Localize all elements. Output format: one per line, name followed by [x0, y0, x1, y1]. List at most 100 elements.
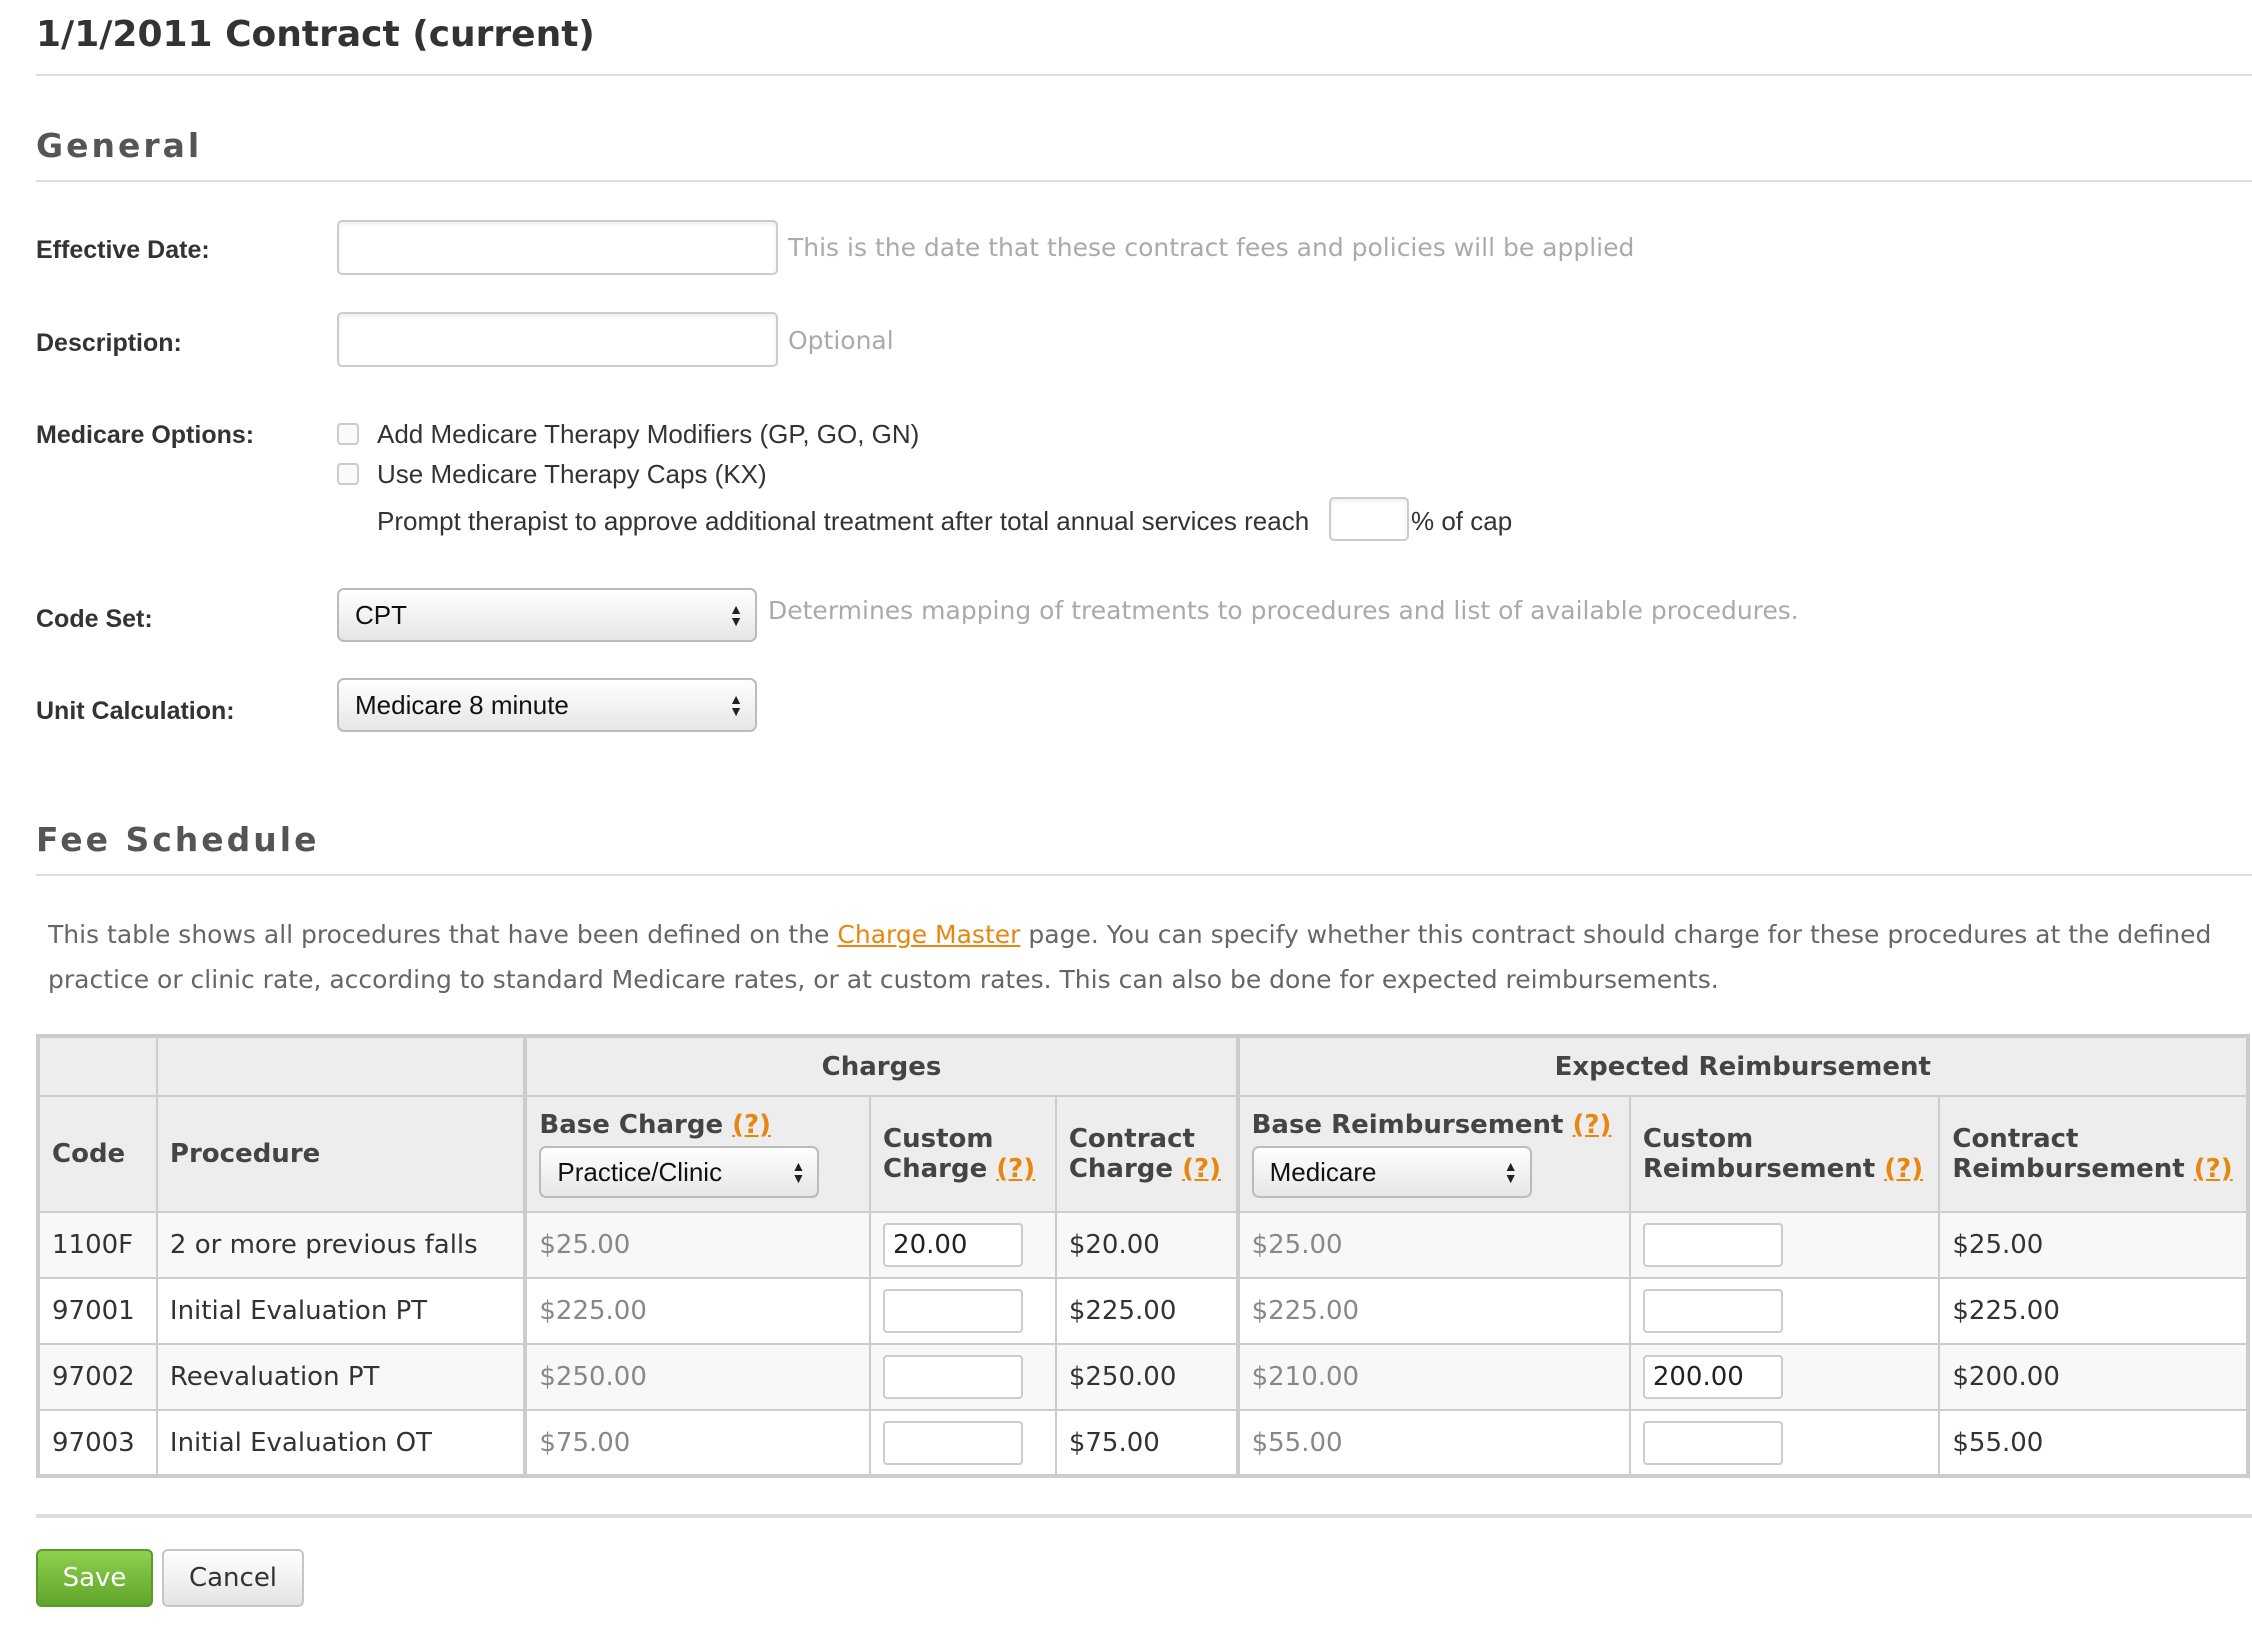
custom-charge-help-link[interactable]: (?): [996, 1154, 1035, 1184]
base-reimbursement-cell: $25.00: [1235, 1211, 1631, 1279]
table-row: 97003 Initial Evaluation OT $75.00 $75.0…: [37, 1409, 2249, 1477]
custom-charge-input[interactable]: [883, 1420, 1024, 1465]
select-arrows-icon: ▲ ▼: [791, 1158, 806, 1186]
contract-reimbursement-cell: $200.00: [1938, 1343, 2249, 1411]
code-cell: 97003: [37, 1409, 158, 1477]
table-row: 97002 Reevaluation PT $250.00 $250.00 $2…: [37, 1343, 2249, 1411]
procedure-cell: Initial Evaluation PT: [155, 1277, 527, 1345]
cap-percent-suffix: % of cap: [1411, 506, 1513, 536]
base-charge-cell: $75.00: [523, 1409, 872, 1477]
table-column-header-row: Code Procedure Base Charge (?) Practice/…: [37, 1095, 2249, 1213]
custom-charge-header-line1: Custom: [883, 1124, 994, 1154]
custom-reimbursement-help-link[interactable]: (?): [1884, 1154, 1923, 1184]
custom-charge-header-label: Charge: [883, 1154, 988, 1184]
fee-schedule-heading: Fee Schedule: [36, 820, 320, 859]
custom-reimbursement-cell: [1628, 1211, 1941, 1279]
base-charge-cell: $225.00: [523, 1277, 872, 1345]
contract-charge-header-line2: Charge (?): [1069, 1154, 1224, 1184]
description-label: Description:: [36, 329, 182, 357]
custom-reimbursement-input[interactable]: [1642, 1289, 1783, 1333]
contract-reimbursement-help-link[interactable]: (?): [2194, 1154, 2233, 1184]
custom-reimbursement-column-header: Custom Reimbursement (?): [1628, 1095, 1941, 1213]
contract-charge-cell: $250.00: [1054, 1343, 1239, 1411]
procedure-cell: 2 or more previous falls: [155, 1211, 527, 1279]
description-hint: Optional: [788, 326, 894, 355]
base-reimbursement-select[interactable]: Medicare ▲ ▼: [1251, 1146, 1532, 1198]
base-charge-cell: $250.00: [523, 1343, 872, 1411]
therapy-modifiers-checkbox[interactable]: [337, 423, 359, 445]
custom-reimbursement-header-line2: Reimbursement (?): [1643, 1154, 1927, 1184]
base-charge-cell: $25.00: [523, 1211, 872, 1279]
custom-charge-input[interactable]: [883, 1289, 1024, 1333]
custom-reimbursement-input[interactable]: 200.00: [1642, 1355, 1783, 1399]
charge-master-link[interactable]: Charge Master: [837, 920, 1020, 949]
contract-reimbursement-cell: $25.00: [1938, 1211, 2249, 1279]
code-set-label: Code Set:: [36, 605, 153, 633]
footer-divider: [36, 1514, 2252, 1518]
reimbursement-group-header: Expected Reimbursement: [1235, 1035, 2250, 1097]
cap-prompt-text: Prompt therapist to approve additional t…: [377, 506, 1310, 536]
custom-charge-cell: [869, 1343, 1057, 1411]
base-reimbursement-cell: $225.00: [1235, 1277, 1631, 1345]
select-arrows-icon: ▲ ▼: [729, 601, 743, 629]
base-reimbursement-column-header: Base Reimbursement (?) Medicare ▲ ▼: [1235, 1095, 1631, 1213]
general-divider: [36, 180, 2252, 182]
custom-reimbursement-header-label: Reimbursement: [1642, 1154, 1876, 1184]
cap-percent-input[interactable]: [1329, 497, 1409, 541]
code-set-select[interactable]: CPT ▲ ▼: [337, 588, 757, 642]
medicare-options-label: Medicare Options:: [36, 421, 255, 449]
code-cell: 97002: [37, 1343, 158, 1411]
custom-charge-cell: [869, 1409, 1057, 1477]
therapy-caps-checkbox[interactable]: [337, 463, 359, 485]
custom-charge-input[interactable]: [883, 1355, 1024, 1399]
therapy-caps-label: Use Medicare Therapy Caps (KX): [377, 459, 767, 489]
fee-schedule-table: Charges Expected Reimbursement Code Proc…: [36, 1034, 2250, 1478]
contract-reimbursement-cell: $225.00: [1938, 1277, 2249, 1345]
page-title: 1/1/2011 Contract (current): [36, 14, 595, 55]
base-reimbursement-help-link[interactable]: (?): [1573, 1110, 1612, 1140]
contract-charge-cell: $20.00: [1054, 1211, 1239, 1279]
cancel-button[interactable]: Cancel: [162, 1549, 304, 1607]
therapy-modifiers-label: Add Medicare Therapy Modifiers (GP, GO, …: [377, 419, 920, 449]
custom-reimbursement-input[interactable]: [1642, 1420, 1783, 1465]
contract-charge-help-link[interactable]: (?): [1182, 1154, 1221, 1184]
general-heading: General: [36, 126, 203, 165]
effective-date-hint: This is the date that these contract fee…: [788, 233, 1635, 262]
contract-charge-header-line1: Contract: [1068, 1124, 1195, 1154]
procedure-column-header: Procedure: [155, 1095, 527, 1213]
custom-reimbursement-header-line1: Custom: [1642, 1124, 1754, 1154]
unit-calculation-select[interactable]: Medicare 8 minute ▲ ▼: [337, 678, 757, 732]
intro-text-start: This table shows all procedures that hav…: [48, 920, 838, 949]
custom-reimbursement-cell: [1628, 1409, 1941, 1477]
save-button[interactable]: Save: [36, 1549, 153, 1607]
base-reimbursement-select-value: Medicare: [1269, 1157, 1377, 1187]
custom-reimbursement-cell: [1628, 1277, 1941, 1345]
fee-schedule-intro: This table shows all procedures that hav…: [48, 912, 2248, 1002]
title-divider: [36, 74, 2252, 76]
unit-calculation-label: Unit Calculation:: [36, 697, 235, 725]
contract-reimbursement-header-line1: Contract: [1952, 1124, 2079, 1154]
contract-charge-header-label: Charge: [1068, 1154, 1174, 1184]
contract-reimbursement-header-line2: Reimbursement (?): [1952, 1154, 2234, 1184]
contract-charge-cell: $225.00: [1054, 1277, 1239, 1345]
base-reimbursement-header-label: Base Reimbursement: [1251, 1110, 1564, 1140]
code-cell: 97001: [37, 1277, 158, 1345]
fee-schedule-divider: [36, 874, 2252, 876]
custom-charge-input[interactable]: 20.00: [883, 1223, 1024, 1267]
contract-reimbursement-column-header: Contract Reimbursement (?): [1938, 1095, 2249, 1213]
select-arrows-icon: ▲ ▼: [729, 691, 743, 719]
base-charge-help-link[interactable]: (?): [732, 1110, 771, 1140]
base-reimbursement-cell: $55.00: [1235, 1409, 1631, 1477]
table-group-header-row: Charges Expected Reimbursement: [37, 1035, 2250, 1097]
description-input[interactable]: [337, 312, 778, 367]
base-charge-column-header: Base Charge (?) Practice/Clinic ▲ ▼: [523, 1095, 872, 1213]
contract-reimbursement-cell: $55.00: [1938, 1409, 2249, 1477]
empty-header-cell: [37, 1035, 158, 1097]
unit-calculation-value: Medicare 8 minute: [355, 690, 569, 720]
custom-reimbursement-cell: 200.00: [1628, 1343, 1941, 1411]
effective-date-input[interactable]: [337, 220, 778, 275]
custom-reimbursement-input[interactable]: [1642, 1223, 1783, 1267]
base-charge-header-label: Base Charge: [539, 1110, 724, 1140]
base-charge-select[interactable]: Practice/Clinic ▲ ▼: [539, 1146, 820, 1198]
code-set-hint: Determines mapping of treatments to proc…: [768, 596, 1799, 625]
